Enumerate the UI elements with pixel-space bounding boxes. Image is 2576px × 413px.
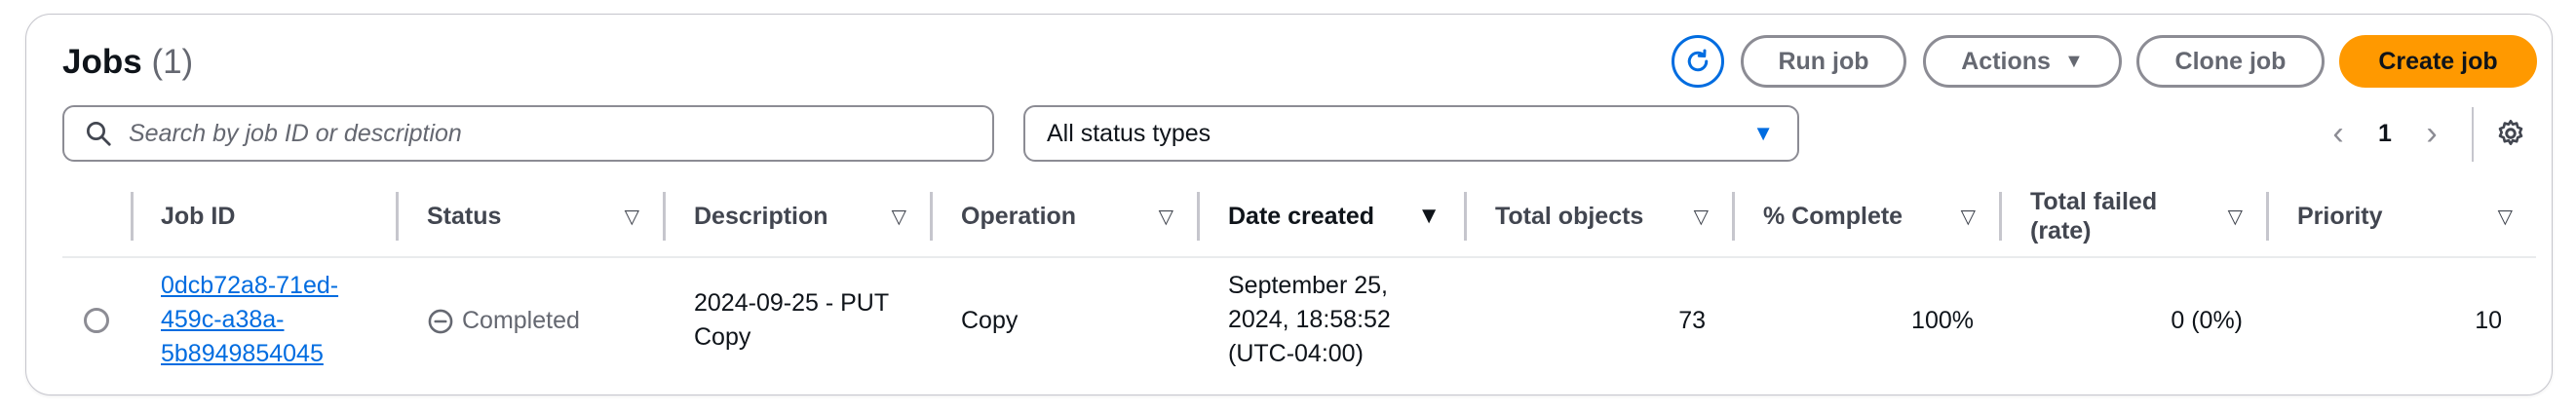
column-header-operation[interactable]: Operation ▽ [961, 181, 1197, 251]
column-header-total-failed[interactable]: Total failed (rate) ▽ [2030, 181, 2266, 251]
actions-button[interactable]: Actions ▼ [1923, 35, 2122, 88]
column-label: Job ID [161, 203, 236, 230]
run-job-button[interactable]: Run job [1741, 35, 1906, 88]
clone-job-button[interactable]: Clone job [2136, 35, 2325, 88]
pagination: ‹ 1 › [2324, 109, 2446, 158]
column-divider[interactable] [930, 192, 933, 241]
sort-icon: ▽ [2497, 206, 2513, 228]
column-header-job-id: Job ID [161, 181, 395, 251]
column-divider[interactable] [2266, 192, 2269, 241]
job-id-link[interactable]: 0dcb72a8-71ed-459c-a38a-5b8949854045 [161, 269, 365, 371]
column-label: Operation [961, 203, 1077, 230]
header-divider [62, 256, 2536, 258]
column-header-total-objects[interactable]: Total objects ▽ [1495, 181, 1732, 251]
title-text: Jobs [62, 43, 142, 81]
divider [2472, 107, 2474, 162]
create-job-button[interactable]: Create job [2339, 35, 2537, 88]
column-label: Status [427, 203, 502, 230]
column-label: % Complete [1763, 203, 1903, 230]
column-label: Description [694, 203, 828, 230]
column-divider[interactable] [1197, 192, 1200, 241]
percent-complete-cell: 100% [1911, 307, 1974, 334]
search-icon [87, 122, 111, 146]
status-badge: Completed [427, 304, 580, 338]
search-placeholder: Search by job ID or description [129, 119, 462, 147]
search-input[interactable]: Search by job ID or description [62, 105, 994, 162]
total-objects-cell: 73 [1678, 307, 1706, 334]
refresh-button[interactable] [1672, 35, 1724, 88]
column-divider[interactable] [663, 192, 666, 241]
total-failed-cell: 0 (0%) [2171, 307, 2243, 334]
refresh-icon [1687, 49, 1709, 72]
caret-down-icon: ▼ [2063, 50, 2084, 72]
sort-icon: ▽ [891, 206, 906, 228]
operation-cell: Copy [961, 307, 1019, 334]
sort-descending-icon: ▼ [1417, 203, 1441, 229]
column-label: Total failed (rate) [2030, 188, 2158, 244]
completed-status-icon [428, 309, 453, 333]
status-filter-value: All status types [1047, 119, 1211, 147]
sort-icon: ▽ [2227, 206, 2243, 228]
column-label: Total objects [1495, 203, 1644, 230]
column-label: Priority [2297, 203, 2383, 230]
column-header-percent-complete[interactable]: % Complete ▽ [1763, 181, 1999, 251]
column-header-description[interactable]: Description ▽ [694, 181, 930, 251]
current-page[interactable]: 1 [2353, 120, 2417, 148]
actions-label: Actions [1961, 47, 2051, 75]
sort-icon: ▽ [624, 206, 639, 228]
status-text: Completed [462, 307, 580, 334]
column-divider [131, 192, 134, 241]
row-select-radio[interactable] [84, 308, 109, 333]
column-divider[interactable] [1999, 192, 2002, 241]
sort-icon: ▽ [1693, 206, 1709, 228]
sort-icon: ▽ [1960, 206, 1976, 228]
previous-page-icon[interactable]: ‹ [2324, 114, 2353, 153]
column-divider[interactable] [396, 192, 399, 241]
column-divider[interactable] [1732, 192, 1735, 241]
column-label: Date created [1228, 203, 1375, 230]
description-cell: 2024-09-25 - PUT Copy [694, 289, 889, 351]
job-count: (1) [151, 43, 194, 81]
column-header-date-created[interactable]: Date created ▼ [1228, 181, 1464, 251]
priority-cell: 10 [2475, 307, 2502, 334]
next-page-icon[interactable]: › [2417, 114, 2446, 153]
date-created-cell: September 25, 2024, 18:58:52 (UTC-04:00) [1228, 272, 1391, 367]
settings-gear-icon[interactable] [2495, 118, 2526, 149]
column-divider[interactable] [1464, 192, 1467, 241]
column-header-priority[interactable]: Priority ▽ [2297, 181, 2536, 251]
caret-down-icon: ▼ [1752, 121, 1774, 145]
status-filter-select[interactable]: All status types ▼ [1023, 105, 1799, 162]
page-title: Jobs (1) [62, 41, 193, 84]
sort-icon: ▽ [1158, 206, 1173, 228]
column-header-status[interactable]: Status ▽ [427, 181, 663, 251]
